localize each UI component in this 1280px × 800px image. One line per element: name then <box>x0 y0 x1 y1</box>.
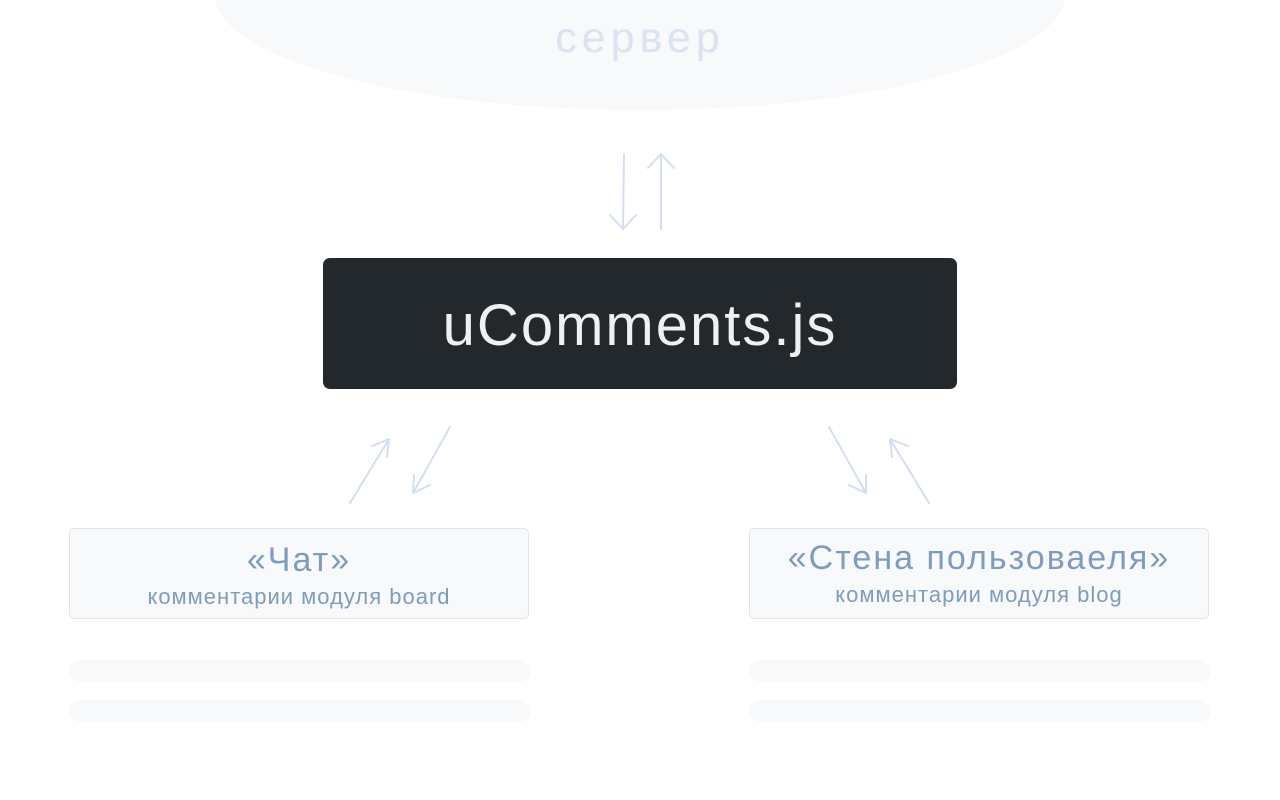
placeholder-line <box>749 660 1210 682</box>
core-library-title: uComments.js <box>442 293 838 358</box>
arrow-core-to-server <box>647 153 675 230</box>
placeholder-line <box>749 700 1210 722</box>
module-chat-box: «Чат» комментарии модуля board <box>69 528 529 619</box>
module-chat-title: «Чат» <box>246 541 352 579</box>
module-wall-box: «Стена пользоваеля» комментарии модуля b… <box>749 528 1209 619</box>
module-wall-title: «Стена пользоваеля» <box>787 539 1171 577</box>
arrow-core-to-chat <box>412 426 451 494</box>
core-library-box: uComments.js <box>323 258 957 389</box>
diagram-canvas: сервер uComments.js «Чат» комментарии мо… <box>0 0 1280 800</box>
arrow-wall-to-core <box>889 438 930 504</box>
placeholder-line <box>69 660 530 682</box>
placeholder-line <box>69 700 530 722</box>
module-chat-subtitle: комментарии модуля board <box>147 584 451 609</box>
arrow-server-to-core <box>609 153 637 230</box>
module-wall-subtitle: комментарии модуля blog <box>835 582 1123 607</box>
arrow-chat-to-core <box>349 438 390 504</box>
arrow-core-to-wall <box>828 426 867 494</box>
